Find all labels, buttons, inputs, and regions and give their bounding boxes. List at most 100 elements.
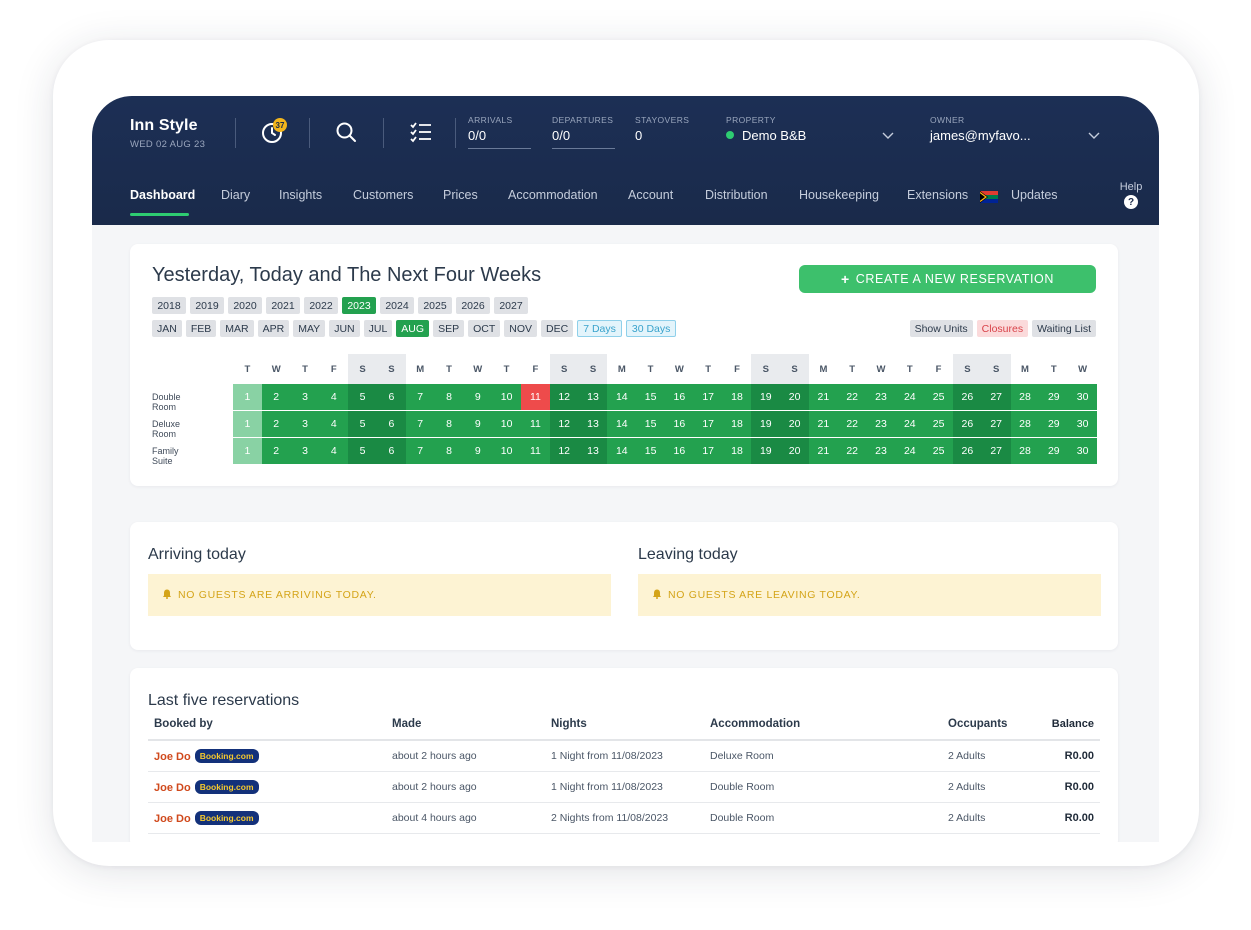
availability-cell[interactable]: 2 [261, 438, 291, 464]
col-accommodation[interactable]: Accommodation [704, 718, 942, 741]
availability-cell[interactable]: 21 [809, 384, 838, 410]
availability-cell[interactable]: 19 [751, 438, 781, 464]
year-chip-2024[interactable]: 2024 [380, 297, 414, 314]
availability-cell[interactable]: 23 [866, 438, 896, 464]
departures-stat[interactable]: DEPARTURES 0/0 [552, 115, 615, 149]
col-occupants[interactable]: Occupants [942, 718, 1030, 741]
guest-name-link[interactable]: Joe Do [154, 751, 191, 763]
availability-cell[interactable]: 6 [377, 384, 406, 410]
availability-cell[interactable]: 17 [693, 438, 723, 464]
availability-cell[interactable]: 4 [319, 384, 349, 410]
nav-distribution[interactable]: Distribution [705, 188, 768, 202]
availability-cell[interactable]: 22 [837, 411, 867, 437]
month-chip-feb[interactable]: FEB [185, 320, 217, 337]
availability-cell[interactable]: 14 [607, 384, 637, 410]
property-selector[interactable]: PROPERTY Demo B&B [726, 115, 906, 143]
arrivals-stat[interactable]: ARRIVALS 0/0 [468, 115, 531, 149]
availability-cell[interactable]: 8 [434, 438, 464, 464]
nav-dashboard[interactable]: Dashboard [130, 188, 195, 202]
col-nights[interactable]: Nights [545, 718, 704, 741]
month-chip-apr[interactable]: APR [257, 320, 290, 337]
availability-cell[interactable]: 11 [521, 384, 550, 410]
availability-cell[interactable]: 6 [377, 438, 406, 464]
availability-cell[interactable]: 3 [290, 411, 320, 437]
search-icon[interactable] [333, 119, 359, 145]
availability-cell[interactable]: 30 [1068, 384, 1097, 410]
availability-cell[interactable]: 23 [866, 411, 896, 437]
availability-cell[interactable]: 13 [578, 438, 608, 464]
availability-cell[interactable]: 20 [780, 411, 809, 437]
col-booked-by[interactable]: Booked by [148, 718, 386, 741]
availability-cell[interactable]: 26 [953, 438, 982, 464]
availability-cell[interactable]: 26 [953, 411, 982, 437]
waiting-list-button[interactable]: Waiting List [1032, 320, 1096, 337]
nav-diary[interactable]: Diary [221, 188, 250, 202]
table-row[interactable]: Joe Do Booking.com about 2 hours ago 1 Nigh… [148, 740, 1100, 772]
availability-cell[interactable]: 5 [348, 438, 377, 464]
availability-cell[interactable]: 4 [319, 438, 349, 464]
availability-cell[interactable]: 9 [463, 411, 493, 437]
availability-cell[interactable]: 27 [981, 438, 1011, 464]
year-chip-2026[interactable]: 2026 [456, 297, 490, 314]
closures-button[interactable]: Closures [976, 320, 1029, 337]
availability-cell[interactable]: 7 [405, 384, 435, 410]
month-chip-mar[interactable]: MAR [220, 320, 254, 337]
availability-cell[interactable]: 27 [981, 384, 1011, 410]
availability-cell[interactable]: 7 [405, 438, 435, 464]
availability-cell[interactable]: 3 [290, 384, 320, 410]
availability-cell[interactable]: 30 [1068, 438, 1097, 464]
help-button[interactable]: Help ? [1118, 181, 1144, 209]
nav-customers[interactable]: Customers [353, 188, 413, 202]
availability-cell[interactable]: 13 [578, 411, 608, 437]
year-chip-2021[interactable]: 2021 [266, 297, 300, 314]
availability-cell[interactable]: 25 [924, 384, 953, 410]
availability-cell[interactable]: 17 [693, 411, 723, 437]
availability-cell[interactable]: 9 [463, 438, 493, 464]
availability-cell[interactable]: 6 [377, 411, 406, 437]
month-chip-oct[interactable]: OCT [468, 320, 501, 337]
year-chip-2023[interactable]: 2023 [342, 297, 376, 314]
availability-cell[interactable]: 21 [809, 411, 838, 437]
col-balance[interactable]: Balance [1030, 718, 1100, 741]
availability-cell[interactable]: 18 [722, 411, 752, 437]
availability-cell[interactable]: 22 [837, 384, 867, 410]
availability-cell[interactable]: 11 [521, 438, 550, 464]
availability-cell[interactable]: 18 [722, 384, 752, 410]
availability-cell[interactable]: 11 [521, 411, 550, 437]
month-chip-aug[interactable]: AUG [396, 320, 430, 337]
availability-cell[interactable]: 25 [924, 411, 953, 437]
year-chip-2018[interactable]: 2018 [152, 297, 186, 314]
room-label[interactable]: Family Suite [152, 446, 179, 466]
availability-cell[interactable]: 5 [348, 384, 377, 410]
availability-cell[interactable]: 20 [780, 438, 809, 464]
availability-cell[interactable]: 24 [895, 384, 925, 410]
availability-cell[interactable]: 10 [492, 438, 521, 464]
availability-cell[interactable]: 10 [492, 384, 521, 410]
availability-cell[interactable]: 9 [463, 384, 493, 410]
availability-cell[interactable]: 7 [405, 411, 435, 437]
checklist-icon[interactable] [408, 119, 434, 145]
chevron-down-icon[interactable] [1088, 128, 1100, 140]
availability-cell[interactable]: 16 [665, 438, 694, 464]
availability-cell[interactable]: 1 [233, 384, 262, 410]
month-chip-jan[interactable]: JAN [152, 320, 182, 337]
availability-cell[interactable]: 29 [1039, 438, 1069, 464]
nav-account[interactable]: Account [628, 188, 673, 202]
availability-cell[interactable]: 5 [348, 411, 377, 437]
availability-cell[interactable]: 27 [981, 411, 1011, 437]
month-chip-jul[interactable]: JUL [363, 320, 393, 337]
availability-cell[interactable]: 4 [319, 411, 349, 437]
availability-cell[interactable]: 30 [1068, 411, 1097, 437]
availability-cell[interactable]: 10 [492, 411, 521, 437]
availability-cell[interactable]: 28 [1010, 438, 1040, 464]
availability-cell[interactable]: 21 [809, 438, 838, 464]
availability-cell[interactable]: 23 [866, 384, 896, 410]
availability-cell[interactable]: 12 [549, 438, 579, 464]
availability-cell[interactable]: 16 [665, 384, 694, 410]
availability-cell[interactable]: 24 [895, 411, 925, 437]
guest-name-link[interactable]: Joe Do [154, 782, 191, 794]
stayovers-stat[interactable]: STAYOVERS 0 [635, 115, 705, 143]
availability-cell[interactable]: 28 [1010, 411, 1040, 437]
availability-cell[interactable]: 14 [607, 411, 637, 437]
nav-housekeeping[interactable]: Housekeeping [799, 188, 879, 202]
